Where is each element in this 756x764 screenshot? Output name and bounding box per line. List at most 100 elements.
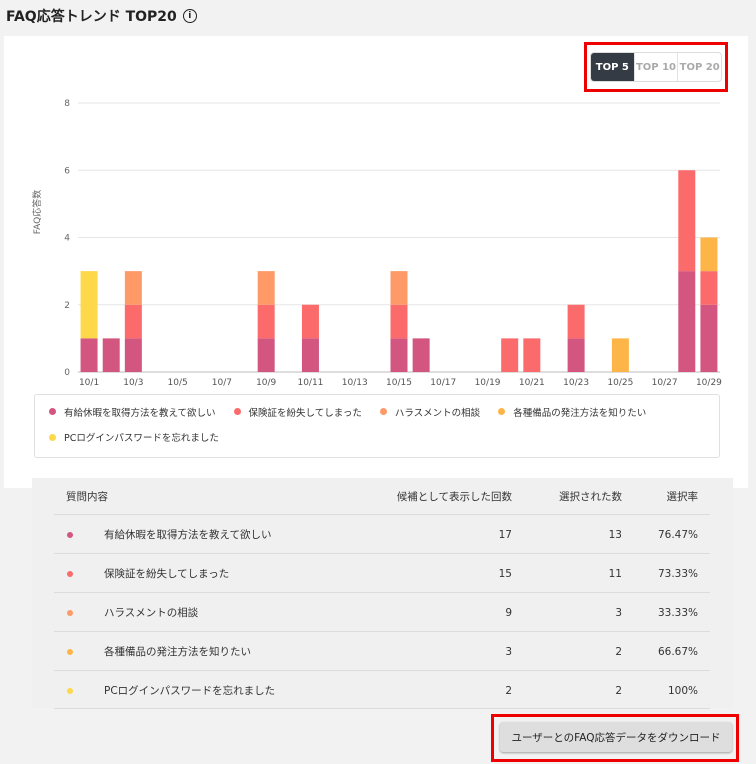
series-color-dot (67, 688, 73, 694)
legend-label: 有給休暇を取得方法を教えて欲しい (64, 407, 216, 419)
table-row: 保険証を紛失してしまった 15 11 73.33% (54, 553, 710, 592)
x-tick-label: 10/25 (607, 378, 633, 388)
header-shown-count: 候補として表示した回数 (396, 490, 512, 503)
legend-color-dot (233, 408, 241, 415)
selection-rate: 73.33% (657, 567, 698, 580)
legend-item[interactable]: PCログインパスワードを忘れました (49, 431, 219, 444)
bar-segment (257, 304, 275, 339)
legend-label: 保険証を紛失してしまった (248, 407, 362, 419)
selection-rate: 100% (667, 684, 698, 697)
bar-segment (678, 271, 696, 372)
bar-segment (501, 338, 519, 372)
top-n-toggle: TOP 5 TOP 10 TOP 20 (590, 52, 722, 82)
x-tick-label: 10/5 (168, 378, 188, 388)
x-tick-label: 10/13 (342, 378, 368, 388)
x-tick-label: 10/9 (256, 378, 276, 388)
bar-segment (390, 271, 408, 305)
y-axis-label: FAQ応答数 (31, 190, 43, 234)
y-tick-label: 2 (64, 301, 70, 311)
table-row: 各種備品の発注方法を知りたい 3 2 66.67% (54, 631, 710, 670)
bar-segment (257, 271, 275, 305)
x-tick-label: 10/7 (212, 378, 232, 388)
x-tick-label: 10/15 (386, 378, 412, 388)
selection-rate: 66.67% (657, 645, 698, 658)
shown-count: 3 (505, 645, 512, 658)
table-row: PCログインパスワードを忘れました 2 2 100% (54, 670, 710, 709)
bar-segment (102, 338, 120, 372)
shown-count: 2 (505, 684, 512, 697)
header-selection-rate: 選択率 (666, 490, 699, 503)
bar-segment (700, 304, 718, 372)
bar-segment (523, 338, 541, 372)
y-tick-label: 0 (64, 368, 70, 378)
bar-segment (124, 338, 142, 372)
y-tick-label: 4 (64, 234, 70, 244)
shown-count: 17 (498, 528, 512, 541)
selection-rate: 33.33% (657, 606, 698, 619)
x-tick-label: 10/17 (430, 378, 456, 388)
x-tick-label: 10/29 (696, 378, 722, 388)
legend-label: PCログインパスワードを忘れました (64, 433, 219, 444)
bar-segment (390, 338, 408, 372)
legend-color-dot (49, 408, 56, 415)
selection-rate: 76.47% (657, 528, 698, 541)
legend-label: ハラスメントの相談 (394, 407, 481, 419)
series-color-dot (67, 649, 73, 655)
question-text: ハラスメントの相談 (104, 607, 199, 619)
bar-segment (412, 338, 430, 372)
bar-segment (700, 271, 718, 305)
y-tick-label: 6 (64, 166, 70, 176)
selected-count: 13 (608, 528, 622, 541)
bar-segment (567, 338, 585, 372)
faq-table: 質問内容 候補として表示した回数 選択された数 選択率 有給休暇を取得方法を教え… (32, 478, 733, 709)
download-faq-data-button[interactable]: ユーザーとのFAQ応答データをダウンロード (500, 722, 732, 752)
bar-segment (678, 170, 696, 272)
bar-segment (124, 304, 142, 339)
bar-segment (301, 304, 319, 339)
shown-count: 15 (498, 567, 512, 580)
header-question: 質問内容 (66, 490, 108, 503)
x-tick-label: 10/23 (563, 378, 589, 388)
legend-item[interactable]: 保険証を紛失してしまった (233, 405, 362, 419)
question-text: 有給休暇を取得方法を教えて欲しい (104, 529, 272, 541)
series-color-dot (67, 571, 73, 577)
header-selected-count: 選択された数 (559, 490, 622, 503)
x-tick-label: 10/27 (652, 378, 678, 388)
table-row: 有給休暇を取得方法を教えて欲しい 17 13 76.47% (54, 514, 710, 553)
y-tick-label: 8 (64, 99, 70, 109)
x-tick-label: 10/3 (123, 378, 143, 388)
shown-count: 9 (505, 606, 512, 619)
table-row: ハラスメントの相談 9 3 33.33% (54, 592, 710, 631)
question-text: 各種備品の発注方法を知りたい (104, 646, 251, 658)
legend-item[interactable]: 各種備品の発注方法を知りたい (498, 405, 647, 419)
bar-segment (80, 338, 98, 372)
selected-count: 11 (608, 567, 622, 580)
toggle-top20-button[interactable]: TOP 20 (677, 53, 721, 81)
question-text: 保険証を紛失してしまった (104, 568, 230, 580)
x-tick-label: 10/1 (79, 378, 99, 388)
bar-segment (567, 304, 585, 339)
bar-segment (301, 338, 319, 372)
bar-segment (80, 271, 98, 339)
series-color-dot (67, 610, 73, 616)
selected-count: 2 (615, 684, 622, 697)
x-tick-label: 10/11 (297, 378, 323, 388)
legend-label: 各種備品の発注方法を知りたい (513, 407, 647, 419)
selected-count: 3 (615, 606, 622, 619)
question-text: PCログインパスワードを忘れました (104, 685, 276, 697)
legend-color-dot (49, 433, 56, 441)
series-color-dot (67, 532, 73, 538)
legend-item[interactable]: ハラスメントの相談 (379, 405, 481, 419)
toggle-top10-button[interactable]: TOP 10 (633, 53, 678, 81)
bar-segment (390, 304, 408, 339)
legend-item[interactable]: 有給休暇を取得方法を教えて欲しい (49, 405, 216, 419)
selected-count: 2 (615, 645, 622, 658)
legend-color-dot (498, 408, 506, 415)
chart-legend: 有給休暇を取得方法を教えて欲しい 保険証を紛失してしまった ハラスメントの相談 各種備… (34, 394, 720, 458)
toggle-top5-button[interactable]: TOP 5 (591, 53, 634, 81)
bar-segment (700, 237, 718, 272)
x-tick-label: 10/19 (475, 378, 501, 388)
legend-color-dot (379, 408, 387, 415)
x-tick-label: 10/21 (519, 378, 545, 388)
bar-segment (611, 338, 629, 372)
